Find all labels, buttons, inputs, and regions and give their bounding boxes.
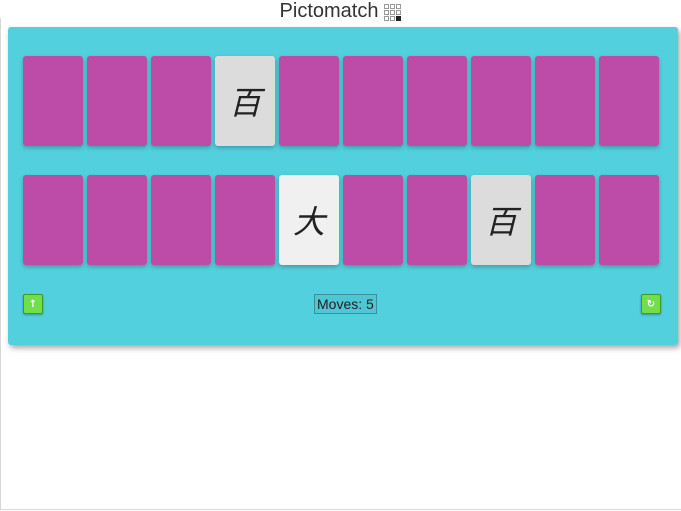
frame-bottom-border (0, 509, 681, 510)
title-text: Pictomatch (279, 0, 379, 22)
card[interactable] (407, 56, 467, 146)
card[interactable] (407, 175, 467, 265)
card-row-2: 大百 (23, 175, 659, 265)
card[interactable] (87, 175, 147, 265)
card[interactable] (279, 56, 339, 146)
card[interactable] (23, 56, 83, 146)
card[interactable] (343, 175, 403, 265)
card[interactable] (343, 56, 403, 146)
card[interactable] (535, 56, 595, 146)
arrow-up-icon: ↑ (28, 298, 38, 310)
restart-icon: ↻ (646, 298, 656, 310)
card[interactable]: 大 (279, 175, 339, 265)
card-row-1: 百 (23, 56, 659, 146)
game-board: 百 大百 ↑ Moves: 5 ↻ (8, 27, 678, 345)
card[interactable] (535, 175, 595, 265)
page-title: Pictomatch (0, 0, 681, 22)
moves-counter: Moves: 5 (314, 294, 377, 314)
card[interactable] (471, 56, 531, 146)
card[interactable]: 百 (215, 56, 275, 146)
grid-icon (384, 3, 402, 21)
card[interactable] (151, 56, 211, 146)
card[interactable] (23, 175, 83, 265)
frame-left-border (0, 18, 1, 510)
up-button[interactable]: ↑ (23, 294, 43, 314)
card[interactable] (87, 56, 147, 146)
card[interactable] (151, 175, 211, 265)
card[interactable] (599, 175, 659, 265)
card[interactable] (215, 175, 275, 265)
card[interactable]: 百 (471, 175, 531, 265)
restart-button[interactable]: ↻ (641, 294, 661, 314)
card[interactable] (599, 56, 659, 146)
